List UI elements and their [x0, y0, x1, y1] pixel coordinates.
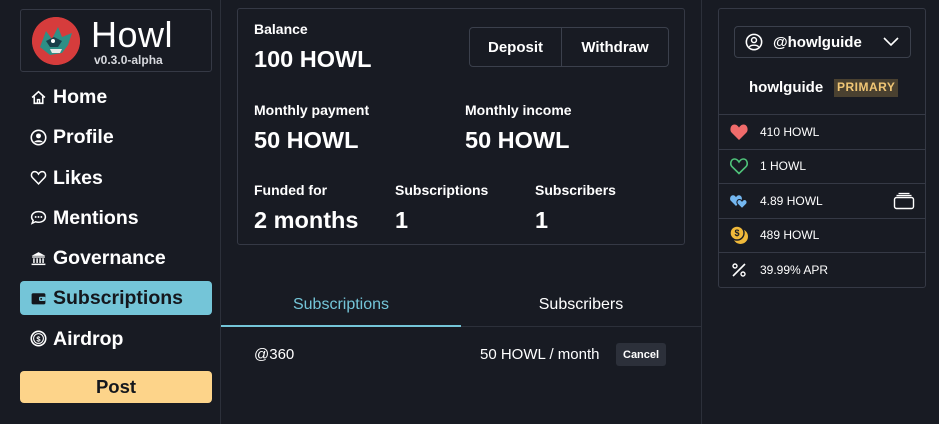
- account-name: howlguide: [749, 79, 824, 96]
- monthly-income-value: 50 HOWL: [465, 127, 570, 153]
- balance-label: Balance: [254, 21, 308, 37]
- bank-icon: [29, 249, 47, 267]
- list-item: @360 50 HOWL / month Cancel: [221, 340, 702, 370]
- sidebar-item-label: Mentions: [53, 206, 139, 229]
- stat-value: 1 HOWL: [760, 159, 807, 174]
- heart-outline-icon: [29, 169, 47, 187]
- primary-badge: PRIMARY: [834, 79, 899, 97]
- stat-row-apr: 39.99% APR: [719, 252, 925, 287]
- subscriptions-count-label: Subscriptions: [395, 182, 489, 198]
- account-card: @howlguide howlguide PRIMARY 410 HOWL 1 …: [718, 8, 926, 288]
- main-content: Balance 100 HOWL Deposit Withdraw Monthl…: [221, 0, 702, 424]
- stat-row-likes-given: 1 HOWL: [719, 148, 925, 184]
- svg-text:$: $: [36, 335, 41, 344]
- wolf-logo-icon: [32, 17, 80, 65]
- heart-filled-icon: [728, 121, 750, 143]
- hearts-icon: [728, 190, 750, 212]
- stat-row-staked: 4.89 HOWL: [719, 183, 925, 218]
- subscriptions-count-value: 1: [395, 207, 409, 233]
- sidebar-item-label: Subscriptions: [53, 287, 184, 310]
- sidebar-item-governance[interactable]: Governance: [20, 241, 212, 275]
- wallet-icon: [29, 289, 47, 307]
- svg-text:$: $: [734, 228, 739, 238]
- percent-icon: [728, 259, 750, 281]
- sidebar-item-label: Likes: [53, 166, 103, 189]
- app-version: v0.3.0-alpha: [94, 53, 163, 67]
- sidebar-item-subscriptions[interactable]: Subscriptions: [20, 281, 212, 316]
- subscription-tabs: Subscriptions Subscribers: [221, 284, 702, 327]
- left-sidebar: Howl v0.3.0-alpha Home Profile Likes Men…: [0, 0, 221, 424]
- app-logo[interactable]: Howl v0.3.0-alpha: [20, 9, 212, 72]
- stat-value: 489 HOWL: [760, 228, 820, 243]
- user-avatar-icon: [745, 33, 763, 51]
- profile-icon: [29, 128, 47, 146]
- chevron-down-icon: [883, 37, 899, 47]
- sidebar-item-home[interactable]: Home: [20, 80, 212, 114]
- sidebar-item-label: Home: [53, 86, 108, 108]
- subscription-handle[interactable]: @360: [254, 346, 294, 363]
- post-button[interactable]: Post: [20, 371, 212, 403]
- stat-value: 39.99% APR: [760, 262, 829, 277]
- tab-subscriptions[interactable]: Subscriptions: [221, 284, 461, 327]
- account-stats: 410 HOWL 1 HOWL 4.89 HOWL $ 489 HOWL 39.…: [719, 114, 925, 287]
- sidebar-item-label: Governance: [53, 247, 166, 270]
- withdraw-button[interactable]: Withdraw: [562, 28, 668, 66]
- balance-value: 100 HOWL: [254, 46, 372, 72]
- subscribers-count-label: Subscribers: [535, 182, 616, 198]
- balance-card: Balance 100 HOWL Deposit Withdraw Monthl…: [237, 8, 685, 245]
- heart-outline-icon: [728, 155, 750, 177]
- subscription-amount: 50 HOWL / month: [480, 346, 600, 363]
- sidebar-item-label: Airdrop: [53, 327, 124, 350]
- stat-row-balance: $ 489 HOWL: [719, 217, 925, 253]
- subscribers-count-value: 1: [535, 207, 549, 233]
- cancel-subscription-button[interactable]: Cancel: [616, 343, 667, 366]
- deposit-button[interactable]: Deposit: [470, 28, 562, 66]
- funded-for-value: 2 months: [254, 207, 359, 233]
- account-handle: @howlguide: [773, 33, 862, 51]
- coin-icon: $: [29, 330, 47, 348]
- sidebar-item-label: Profile: [53, 126, 114, 149]
- stat-row-likes-received: 410 HOWL: [719, 114, 925, 149]
- home-icon: [29, 88, 47, 106]
- stat-value: 4.89 HOWL: [760, 193, 823, 208]
- sidebar-item-airdrop[interactable]: $ Airdrop: [20, 322, 212, 356]
- monthly-payment-value: 50 HOWL: [254, 127, 359, 153]
- monthly-income-label: Monthly income: [465, 102, 572, 118]
- sidebar-item-likes[interactable]: Likes: [20, 161, 212, 195]
- sidebar-item-profile[interactable]: Profile: [20, 120, 212, 154]
- sidebar-item-mentions[interactable]: Mentions: [20, 201, 212, 235]
- funded-for-label: Funded for: [254, 182, 328, 198]
- balance-actions: Deposit Withdraw: [469, 27, 669, 67]
- app-title: Howl: [91, 14, 174, 55]
- stat-value: 410 HOWL: [760, 124, 820, 139]
- chat-bubble-icon: [29, 209, 47, 227]
- coins-icon: $: [728, 224, 750, 246]
- account-select[interactable]: @howlguide: [734, 26, 911, 58]
- wallet-stack-icon[interactable]: [893, 192, 915, 210]
- sidebar-nav: Home Profile Likes Mentions Governance S…: [20, 80, 212, 362]
- tab-subscribers[interactable]: Subscribers: [461, 284, 701, 327]
- monthly-payment-label: Monthly payment: [254, 102, 370, 118]
